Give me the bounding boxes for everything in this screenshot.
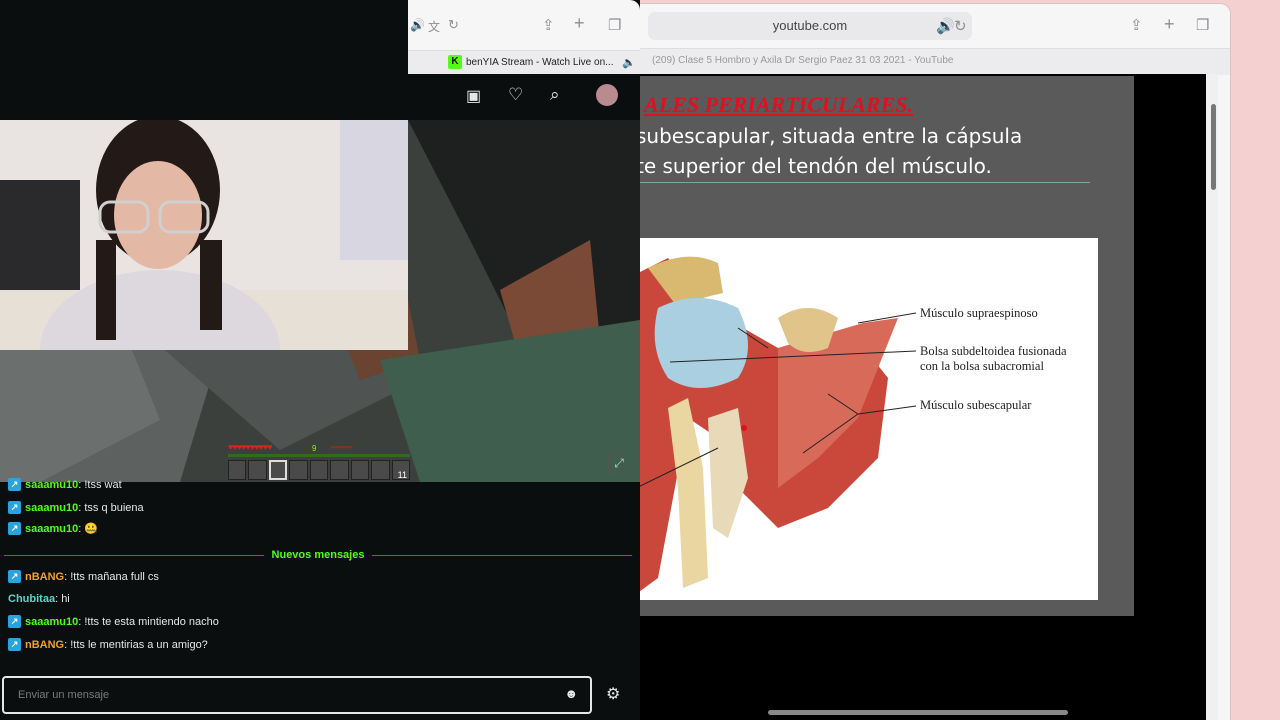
- chat-text: tss q buiena: [84, 501, 144, 514]
- label-supraespinoso: Músculo supraespinoso: [920, 306, 1038, 320]
- youtube-tab-bar: ▫ (209) Clase 5 Hombro y Axila Dr Sergio…: [628, 48, 1230, 75]
- chat-message: ↗ nBANG: !tts mañana full cs: [8, 570, 159, 583]
- reload-icon[interactable]: ↻: [954, 17, 967, 35]
- badge-icon: ↗: [8, 522, 21, 535]
- chat-message: ↗ nBANG: !tts le mentirias a un amigo?: [8, 638, 208, 651]
- fullscreen-icon[interactable]: ⤢: [608, 452, 630, 474]
- url-text: youtube.com: [772, 18, 848, 33]
- hotbar-slot: [371, 460, 390, 480]
- audio-playing-icon[interactable]: 🔊: [936, 17, 955, 35]
- chat-username[interactable]: nBANG: [25, 639, 64, 651]
- hotbar-slot: [330, 460, 349, 480]
- avatar[interactable]: [596, 84, 618, 106]
- new-messages-label: Nuevos mensajes: [271, 549, 365, 561]
- hotbar-slot: [289, 460, 308, 480]
- badge-icon: ↗: [8, 570, 21, 583]
- audio-playing-icon[interactable]: 🔊: [410, 18, 425, 32]
- health-hearts: ♥♥♥♥♥♥♥♥♥♥: [228, 442, 272, 452]
- slide-text-line-2: te superior del tendón del músculo.: [636, 154, 992, 178]
- hotbar-slot: [350, 460, 370, 480]
- kick-browser-window: 🔊 文 ↻ ⇪ + ❐ K benYIA Stream - Watch Live…: [0, 0, 640, 720]
- youtube-toolbar: youtube.com 🔊 ↻ ⇪ + ❐: [628, 4, 1230, 48]
- label-bolsa-line2: con la bolsa subacromial: [920, 359, 1044, 373]
- kick-favicon-icon: K: [448, 55, 462, 69]
- reload-icon[interactable]: ↻: [448, 17, 459, 33]
- anatomy-illustration: [628, 256, 917, 600]
- badge-icon: ↗: [8, 638, 21, 651]
- label-subescapular: Músculo subescapular: [920, 398, 1032, 412]
- tab-audio-icon[interactable]: 🔈: [622, 56, 636, 69]
- hotbar-slot: [309, 460, 329, 480]
- lecture-slide: ALES PERIARTICULARES. subescapular, situ…: [628, 76, 1134, 616]
- slot-count: 11: [397, 470, 407, 480]
- xp-level: 9: [312, 444, 317, 453]
- chat-message-input[interactable]: [16, 685, 540, 705]
- share-icon[interactable]: ⇪: [1130, 16, 1143, 34]
- search-icon[interactable]: ⌕: [550, 85, 560, 105]
- kick-nav-bar: ▣ ♡ ⌕: [408, 74, 640, 120]
- hunger-bar: ▪▪▪▪▪▪▪▪▪▪: [330, 442, 353, 452]
- chat-username[interactable]: nBANG: [25, 571, 64, 583]
- hotbar-slot: [248, 460, 267, 480]
- address-bar[interactable]: youtube.com 🔊 ↻: [648, 12, 972, 40]
- scrollbar-track[interactable]: [1206, 74, 1218, 720]
- chat-text: hi: [61, 593, 70, 605]
- chat-username[interactable]: saaamu10: [25, 479, 78, 491]
- stream-video-minecraft[interactable]: ♥♥♥♥♥♥♥♥♥♥ 9 ▪▪▪▪▪▪▪▪▪▪ 11 ⤢: [0, 120, 640, 482]
- hotbar-slot: [228, 460, 247, 480]
- tab-title[interactable]: benYIA Stream - Watch Live on...: [466, 57, 613, 68]
- tab-title[interactable]: (209) Clase 5 Hombro y Axila Dr Sergio P…: [652, 55, 953, 66]
- chat-text: !tss wat: [84, 478, 122, 491]
- kick-tab-bar: K benYIA Stream - Watch Live on... 🔈: [408, 50, 640, 75]
- badge-icon: ↗: [8, 478, 21, 491]
- webcam-overlay: [0, 120, 408, 350]
- chat-message: Chubitaa: hi: [8, 593, 70, 605]
- emoji-picker-icon[interactable]: ☻: [564, 686, 578, 701]
- xp-bar: [228, 454, 410, 457]
- gear-icon[interactable]: ⚙: [606, 684, 620, 704]
- chat-message: ↗ saaamu10: !tts te esta mintiendo nacho: [8, 615, 219, 628]
- chat-message: ↗ saaamu10: tss q buiena: [8, 501, 144, 514]
- hotbar-slot-selected: [268, 460, 288, 480]
- divider-line: [372, 554, 632, 556]
- hotbar: 11: [228, 460, 410, 482]
- share-icon[interactable]: ⇪: [542, 16, 555, 34]
- new-messages-divider[interactable]: Nuevos mensajes: [4, 548, 632, 562]
- chat-username[interactable]: saaamu10: [25, 616, 78, 628]
- slide-heading: ALES PERIARTICULARES.: [644, 92, 913, 117]
- horizontal-scrollbar-thumb[interactable]: [768, 710, 1068, 715]
- youtube-browser-window: youtube.com 🔊 ↻ ⇪ + ❐ ▫ (209) Clase 5 Ho…: [628, 4, 1230, 720]
- kick-toolbar: 🔊 文 ↻ ⇪ + ❐: [408, 0, 640, 50]
- label-bolsa-line1: Bolsa subdeltoidea fusionada: [920, 344, 1067, 358]
- tab-overview-icon[interactable]: ❐: [608, 16, 621, 34]
- new-tab-icon[interactable]: +: [1164, 14, 1175, 35]
- heart-icon[interactable]: ♡: [508, 85, 523, 105]
- clips-icon[interactable]: ▣: [466, 86, 481, 106]
- video-player[interactable]: ALES PERIARTICULARES. subescapular, situ…: [628, 74, 1218, 720]
- slide-divider: [628, 182, 1090, 183]
- tab-overview-icon[interactable]: ❐: [1196, 16, 1209, 34]
- slide-text-line-1: subescapular, situada entre la cápsula: [636, 124, 1023, 148]
- badge-icon: ↗: [8, 615, 21, 628]
- chat-message: ↗ saaamu10: 🤐: [8, 522, 98, 535]
- chat-username[interactable]: saaamu10: [25, 523, 78, 535]
- chat-username[interactable]: Chubitaa: [8, 593, 55, 605]
- hotbar-slot: 11: [391, 460, 410, 480]
- badge-icon: ↗: [8, 501, 21, 514]
- chat-username[interactable]: saaamu10: [25, 502, 78, 514]
- chat-message: ↗ saaamu10: !tss wat: [8, 478, 122, 491]
- new-tab-icon[interactable]: +: [574, 13, 585, 34]
- vertical-scrollbar-thumb[interactable]: [1211, 104, 1216, 190]
- chat-text: !tts le mentirias a un amigo?: [70, 638, 208, 651]
- translate-icon[interactable]: 文: [428, 18, 440, 35]
- divider-line: [4, 554, 264, 556]
- chat-emote: 🤐: [84, 523, 99, 535]
- chat-text: !tts mañana full cs: [70, 570, 159, 583]
- streamer-webcam-feed: [0, 120, 408, 350]
- chat-input-box[interactable]: ☻: [2, 676, 592, 714]
- chat-panel: ↗ saaamu10: !tss wat ↗ saaamu10: tss q b…: [0, 478, 640, 720]
- shoulder-anatomy-figure: Músculo supraespinoso Bolsa subdeltoidea…: [628, 238, 1098, 600]
- chat-text: !tts te esta mintiendo nacho: [84, 615, 219, 628]
